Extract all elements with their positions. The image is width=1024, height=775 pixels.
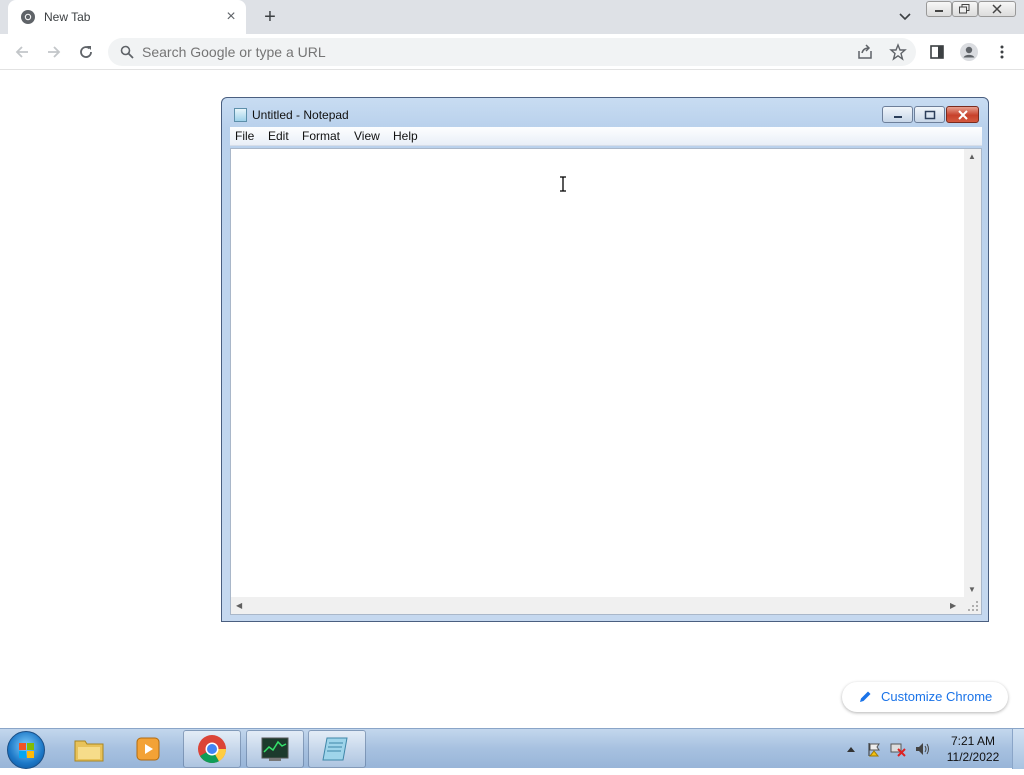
close-window-button[interactable] [978, 1, 1016, 17]
chrome-icon [198, 735, 227, 764]
profile-button[interactable] [957, 40, 981, 64]
notepad-close-button[interactable] [946, 106, 979, 123]
tab-new-tab[interactable]: New Tab × [8, 0, 246, 34]
tab-strip: New Tab × + [0, 0, 1024, 34]
network-disconnected-icon [890, 743, 906, 757]
avatar-icon [960, 43, 978, 61]
horizontal-scrollbar[interactable]: ◀ ▶ [231, 597, 964, 614]
task-manager-icon [261, 737, 289, 761]
more-vertical-icon [1000, 45, 1004, 59]
reload-icon [80, 46, 92, 58]
show-desktop-button[interactable] [1012, 729, 1024, 769]
new-tab-button[interactable]: + [258, 6, 282, 30]
action-center-icon[interactable] [866, 741, 882, 757]
chrome-menu-button[interactable] [990, 40, 1014, 64]
system-clock[interactable]: 7:21 AM 11/2/2022 [940, 733, 1006, 765]
taskbar-task-manager[interactable] [246, 730, 304, 768]
taskbar-file-explorer[interactable] [60, 730, 118, 768]
folder-icon [74, 740, 104, 762]
back-arrow-icon [15, 46, 28, 58]
notepad-window[interactable]: Untitled - Notepad File Edit Format View… [221, 97, 989, 622]
minimize-button[interactable] [926, 1, 952, 17]
reload-button[interactable] [74, 40, 98, 64]
volume-icon[interactable] [914, 741, 930, 757]
show-hidden-icons-button[interactable] [843, 741, 859, 757]
windows-logo-icon [19, 743, 34, 758]
forward-arrow-icon [48, 46, 61, 58]
bookmark-star-icon[interactable] [889, 43, 907, 61]
close-icon [992, 4, 1002, 14]
scroll-up-arrow-icon[interactable]: ▲ [968, 152, 976, 161]
taskbar-chrome[interactable] [183, 730, 241, 768]
browser-toolbar [0, 34, 1024, 70]
vertical-scrollbar[interactable]: ▲ ▼ [964, 149, 981, 597]
menu-help[interactable]: Help [393, 129, 418, 143]
start-button[interactable] [7, 731, 45, 769]
restore-icon [959, 4, 970, 14]
clock-date: 11/2/2022 [946, 750, 1000, 764]
search-icon [120, 45, 134, 59]
scroll-left-arrow-icon[interactable]: ◀ [236, 601, 242, 610]
back-button[interactable] [10, 40, 34, 64]
flag-warning-icon [868, 743, 880, 757]
size-grip[interactable] [964, 597, 981, 614]
customize-chrome-button[interactable]: Customize Chrome [842, 682, 1008, 712]
chrome-favicon-icon [21, 10, 35, 24]
media-player-icon [136, 737, 160, 761]
side-panel-icon [930, 45, 944, 59]
side-panel-button[interactable] [925, 40, 949, 64]
notepad-edit-area: ▲ ▼ ◀ ▶ [230, 148, 982, 615]
taskbar: 7:21 AM 11/2/2022 [0, 728, 1024, 769]
menu-file[interactable]: File [235, 129, 254, 143]
tab-search-chevron-icon[interactable] [894, 7, 916, 27]
share-icon[interactable] [856, 43, 874, 61]
minimize-icon [893, 115, 902, 118]
window-controls [926, 1, 1018, 17]
omnibox[interactable] [108, 38, 916, 66]
customize-chrome-label: Customize Chrome [881, 689, 993, 704]
notepad-minimize-button[interactable] [882, 106, 913, 123]
text-cursor-icon [560, 176, 566, 192]
maximize-icon [924, 110, 935, 119]
minimize-icon [935, 10, 943, 12]
notepad-title: Untitled - Notepad [252, 108, 349, 122]
notepad-icon [322, 737, 348, 761]
close-icon [957, 109, 968, 120]
notepad-app-icon [234, 108, 247, 122]
size-grip-icon [968, 601, 978, 611]
tab-close-button[interactable]: × [222, 8, 240, 26]
network-icon[interactable] [890, 741, 906, 757]
clock-time: 7:21 AM [950, 734, 996, 748]
notepad-text-input[interactable] [231, 149, 964, 597]
forward-button[interactable] [42, 40, 66, 64]
menu-view[interactable]: View [354, 129, 380, 143]
scroll-right-arrow-icon[interactable]: ▶ [950, 601, 956, 610]
pencil-icon [860, 691, 871, 702]
menu-edit[interactable]: Edit [268, 129, 289, 143]
omnibox-input[interactable] [142, 44, 742, 60]
tab-title: New Tab [44, 10, 91, 24]
scroll-down-arrow-icon[interactable]: ▼ [968, 585, 976, 594]
taskbar-media-player[interactable] [120, 730, 178, 768]
speaker-icon [916, 743, 929, 755]
restore-button[interactable] [952, 1, 978, 17]
taskbar-notepad[interactable] [308, 730, 366, 768]
chevron-up-icon [847, 747, 855, 752]
notepad-maximize-button[interactable] [914, 106, 945, 123]
notepad-menubar: File Edit Format View Help [230, 127, 982, 146]
menu-format[interactable]: Format [302, 129, 340, 143]
